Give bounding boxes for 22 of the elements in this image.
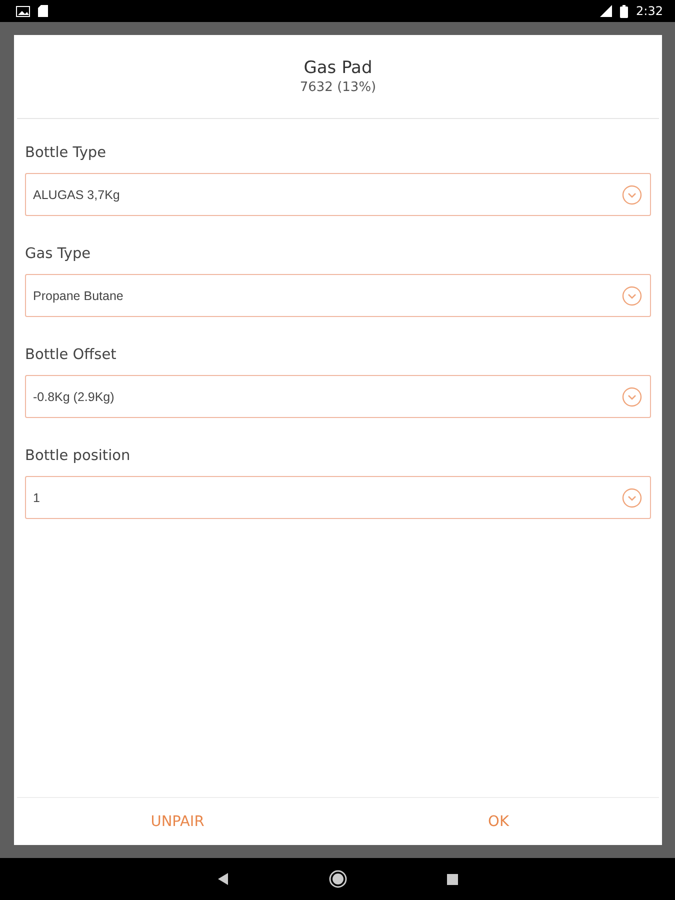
field-label: Bottle Type [25, 144, 108, 163]
field-label: Bottle Offset [25, 346, 118, 365]
dialog-title: Gas Pad [304, 58, 372, 78]
home-icon[interactable] [329, 870, 347, 888]
back-icon[interactable] [217, 873, 229, 885]
field-label: Gas Type [25, 245, 92, 264]
sd-card-icon [38, 5, 48, 17]
chevron-down-icon [622, 386, 642, 406]
recents-icon[interactable] [447, 874, 458, 884]
chevron-down-icon [622, 286, 642, 306]
dropdown[interactable]: ALUGAS 3,7Kg [25, 173, 651, 216]
image-icon [16, 6, 30, 16]
clock: 2:32 [636, 4, 663, 18]
chevron-down-icon [622, 488, 642, 508]
dropdown[interactable]: Propane Butane [25, 274, 651, 317]
field-label: Bottle position [25, 447, 132, 466]
signal-icon [600, 5, 612, 17]
dropdown[interactable]: 1 [25, 476, 651, 519]
chevron-down-icon [622, 184, 642, 204]
dropdown[interactable]: -0.8Kg (2.9Kg) [25, 375, 651, 418]
dialog-subtitle: 7632 (13%) [300, 80, 376, 95]
battery-icon [620, 4, 628, 18]
